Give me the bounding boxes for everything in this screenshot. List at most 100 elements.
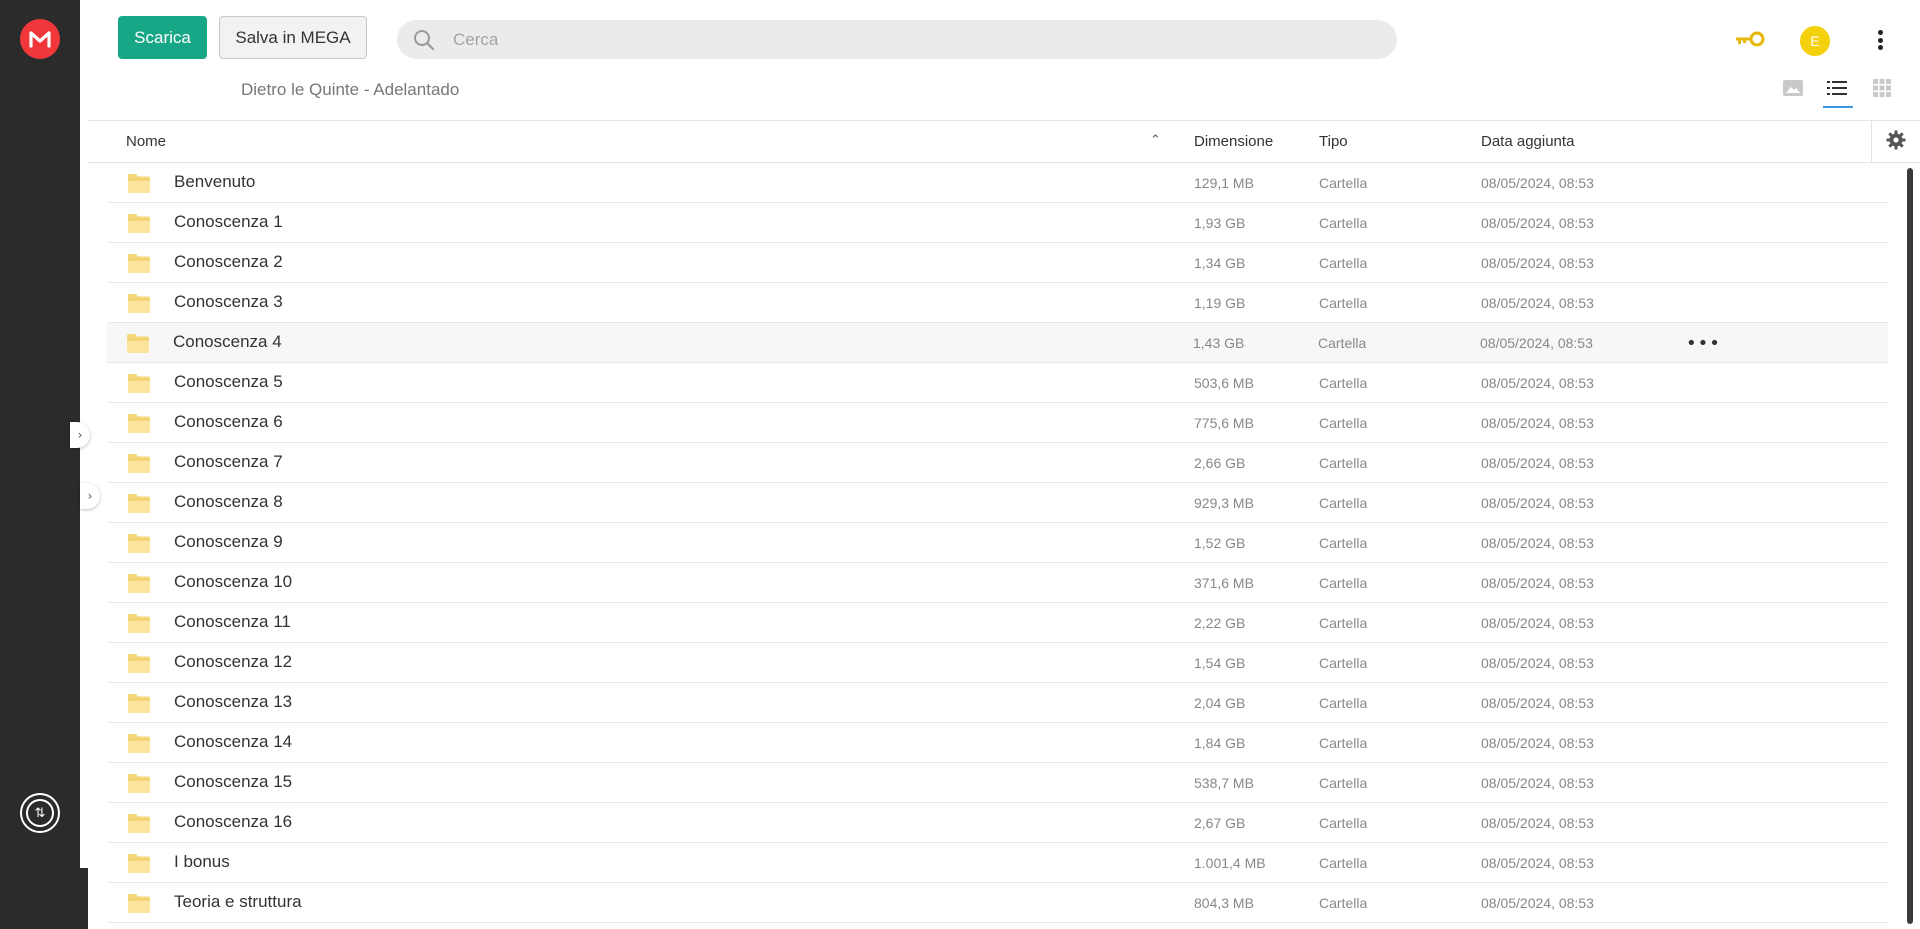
avatar[interactable]: E [1800,26,1830,56]
row-size: 1,93 GB [1194,215,1246,231]
row-date: 08/05/2024, 08:53 [1481,615,1594,631]
table-row[interactable]: Conoscenza 4 1,43 GB Cartella 08/05/2024, 0… [107,323,1888,363]
row-more-options-icon[interactable]: ••• [1686,333,1721,354]
folder-icon [127,692,151,714]
row-date: 08/05/2024, 08:53 [1481,895,1594,911]
row-name[interactable]: Teoria e struttura [174,892,302,912]
scrollbar-thumb[interactable] [1907,168,1913,924]
mega-logo-icon[interactable] [20,19,60,59]
table-row[interactable]: I bonus 1.001,4 MB Cartella 08/05/2024, 08:… [108,843,1888,883]
row-date: 08/05/2024, 08:53 [1481,415,1594,431]
row-size: 371,6 MB [1194,575,1254,591]
folder-icon [127,172,151,194]
table-row[interactable]: Teoria e struttura 804,3 MB Cartella 08/05/… [108,883,1888,923]
thumbnail-view-icon[interactable] [1782,78,1804,103]
column-header-name[interactable]: Nome [126,133,166,150]
search-input[interactable] [453,29,1353,50]
table-row[interactable]: Conoscenza 15 538,7 MB Cartella 08/05/2024,… [108,763,1888,803]
row-name[interactable]: Conoscenza 5 [174,372,283,392]
row-date: 08/05/2024, 08:53 [1481,775,1594,791]
row-name[interactable]: Conoscenza 16 [174,812,292,832]
table-row[interactable]: Conoscenza 9 1,52 GB Cartella 08/05/2024, 0… [108,523,1888,563]
table-row[interactable]: Conoscenza 14 1,84 GB Cartella 08/05/2024, … [108,723,1888,763]
table-row[interactable]: Conoscenza 6 775,6 MB Cartella 08/05/2024, … [108,403,1888,443]
breadcrumb[interactable]: Dietro le Quinte - Adelantado [241,80,459,100]
list-view-icon[interactable] [1826,78,1848,103]
row-name[interactable]: Conoscenza 3 [174,292,283,312]
search-bar[interactable] [397,20,1397,59]
row-type: Cartella [1319,655,1368,671]
table-row[interactable]: Conoscenza 11 2,22 GB Cartella 08/05/2024, … [108,603,1888,643]
sort-ascending-icon[interactable]: ⌃ [1150,133,1161,148]
table-row[interactable]: Conoscenza 2 1,34 GB Cartella 08/05/2024, 0… [108,243,1888,283]
row-type: Cartella [1319,695,1368,711]
row-date: 08/05/2024, 08:53 [1481,695,1594,711]
more-menu-icon[interactable] [1870,28,1890,52]
row-date: 08/05/2024, 08:53 [1481,215,1594,231]
column-header-type[interactable]: Tipo [1319,133,1348,150]
active-view-indicator [1823,106,1853,108]
folder-icon [127,372,151,394]
row-name[interactable]: Conoscenza 4 [173,332,282,352]
row-name[interactable]: Conoscenza 7 [174,452,283,472]
save-to-mega-button[interactable]: Salva in MEGA [219,16,367,59]
row-name[interactable]: Conoscenza 2 [174,252,283,272]
table-row[interactable]: Conoscenza 12 1,54 GB Cartella 08/05/2024, … [108,643,1888,683]
row-name[interactable]: Conoscenza 15 [174,772,292,792]
row-type: Cartella [1319,535,1368,551]
row-date: 08/05/2024, 08:53 [1481,535,1594,551]
row-size: 1,54 GB [1194,655,1246,671]
row-size: 2,04 GB [1194,695,1246,711]
row-date: 08/05/2024, 08:53 [1481,495,1594,511]
table-row[interactable]: Conoscenza 1 1,93 GB Cartella 08/05/2024, 0… [108,203,1888,243]
row-type: Cartella [1319,255,1368,271]
row-size: 1.001,4 MB [1194,855,1266,871]
row-type: Cartella [1319,815,1368,831]
column-settings-button[interactable] [1871,121,1920,163]
row-date: 08/05/2024, 08:53 [1480,335,1593,351]
row-name[interactable]: Conoscenza 9 [174,532,283,552]
column-header-date[interactable]: Data aggiunta [1481,133,1574,150]
folder-icon [127,452,151,474]
download-button[interactable]: Scarica [118,16,207,59]
row-name[interactable]: Conoscenza 12 [174,652,292,672]
table-row[interactable]: Conoscenza 16 2,67 GB Cartella 08/05/2024, … [108,803,1888,843]
table-row[interactable]: Benvenuto 129,1 MB Cartella 08/05/2024, 08:… [108,163,1888,203]
row-date: 08/05/2024, 08:53 [1481,295,1594,311]
left-rail: ⇅ [0,0,88,929]
row-name[interactable]: Conoscenza 8 [174,492,283,512]
row-name[interactable]: Conoscenza 6 [174,412,283,432]
folder-icon [127,492,151,514]
table-row[interactable]: Conoscenza 13 2,04 GB Cartella 08/05/2024, … [108,683,1888,723]
table-row[interactable]: Conoscenza 5 503,6 MB Cartella 08/05/2024, … [108,363,1888,403]
row-name[interactable]: Conoscenza 1 [174,212,283,232]
grid-view-icon[interactable] [1872,78,1892,103]
row-name[interactable]: Conoscenza 10 [174,572,292,592]
table-row[interactable]: Conoscenza 8 929,3 MB Cartella 08/05/2024, … [108,483,1888,523]
rail-edge-bottom [80,868,88,929]
row-type: Cartella [1319,495,1368,511]
chevron-right-icon: › [87,489,93,503]
table-row[interactable]: Conoscenza 10 371,6 MB Cartella 08/05/2024,… [108,563,1888,603]
expand-panel-button[interactable]: › [80,483,100,509]
row-name[interactable]: Conoscenza 13 [174,692,292,712]
table-row[interactable]: Conoscenza 3 1,19 GB Cartella 08/05/2024, 0… [108,283,1888,323]
row-size: 1,52 GB [1194,535,1246,551]
row-size: 1,43 GB [1193,335,1245,351]
row-type: Cartella [1319,855,1368,871]
row-name[interactable]: Conoscenza 11 [174,612,291,632]
row-name[interactable]: Conoscenza 14 [174,732,292,752]
folder-icon [127,812,151,834]
row-date: 08/05/2024, 08:53 [1481,655,1594,671]
column-header-size[interactable]: Dimensione [1194,133,1273,150]
key-icon[interactable] [1734,28,1766,50]
row-size: 929,3 MB [1194,495,1254,511]
table-row[interactable]: Conoscenza 7 2,66 GB Cartella 08/05/2024, 0… [108,443,1888,483]
row-name[interactable]: Benvenuto [174,172,255,192]
row-date: 08/05/2024, 08:53 [1481,735,1594,751]
row-type: Cartella [1319,895,1368,911]
row-name[interactable]: I bonus [174,852,230,872]
transfer-manager-icon[interactable]: ⇅ [20,793,60,833]
row-date: 08/05/2024, 08:53 [1481,175,1594,191]
row-size: 503,6 MB [1194,375,1254,391]
